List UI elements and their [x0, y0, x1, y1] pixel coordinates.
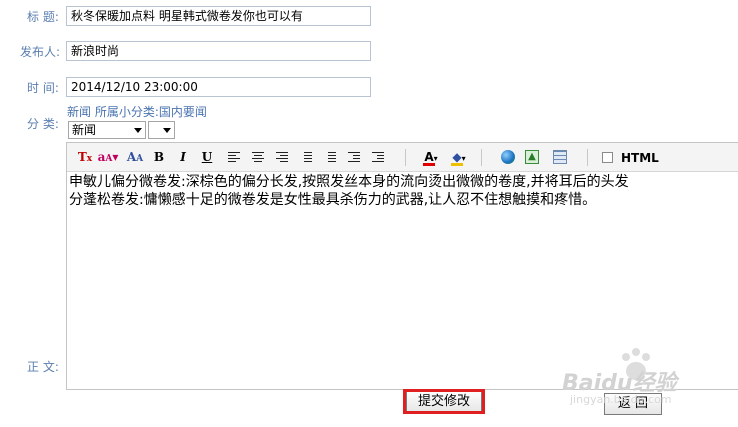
title-input[interactable]: 秋冬保暖加点料 明星韩式微卷发你也可以有	[66, 6, 371, 26]
html-mode-checkbox[interactable]	[602, 152, 613, 163]
editor-paragraph: 分蓬松卷发:慵懒感十足的微卷发是女性最具杀伤力的武器,让人忍不住想触摸和疼惜。	[69, 192, 597, 208]
body-label: 正 文:	[27, 360, 59, 374]
insert-image-icon[interactable]: ▲	[525, 150, 539, 164]
chevron-down-icon	[163, 128, 171, 133]
category-label: 分 类:	[27, 117, 59, 131]
time-label: 时 间:	[27, 81, 59, 95]
remove-format-icon[interactable]: Tx	[77, 149, 93, 166]
category-link-sub[interactable]: 国内要闻	[159, 105, 207, 119]
highlight-box	[403, 389, 485, 414]
chevron-down-icon	[134, 128, 142, 133]
subcategory-select[interactable]	[148, 121, 175, 139]
insert-table-icon[interactable]	[553, 150, 567, 164]
publisher-label: 发布人:	[20, 45, 61, 59]
title-label: 标 题:	[27, 10, 59, 24]
unordered-list-icon[interactable]	[324, 152, 336, 163]
font-color-icon[interactable]: A▾	[421, 149, 441, 166]
category-sub-label: 所属小分类:	[94, 105, 159, 119]
background-color-icon[interactable]: ◆▾	[449, 149, 469, 166]
indent-icon[interactable]	[372, 152, 384, 163]
italic-icon[interactable]: I	[177, 149, 189, 166]
html-mode-label: HTML	[621, 151, 659, 165]
align-right-icon[interactable]	[276, 152, 288, 163]
category-link-main[interactable]: 新闻	[67, 105, 91, 119]
underline-icon[interactable]: U	[201, 149, 213, 166]
toolbar-separator	[405, 149, 406, 166]
editor-content[interactable]: 申敏儿偏分微卷发:深棕色的偏分长发,按照发丝本身的流向烫出微微的卷度,并将耳后的…	[69, 173, 738, 209]
outdent-icon[interactable]	[348, 152, 360, 163]
watermark-url: jingyan.baidu.com	[570, 393, 672, 406]
toolbar-separator	[587, 149, 588, 166]
publisher-input[interactable]: 新浪时尚	[66, 41, 371, 61]
bold-icon[interactable]: B	[153, 149, 165, 166]
toolbar-separator	[481, 149, 482, 166]
align-center-icon[interactable]	[252, 152, 264, 163]
editor-paragraph: 申敏儿偏分微卷发:深棕色的偏分长发,按照发丝本身的流向烫出微微的卷度,并将耳后的…	[69, 174, 629, 190]
editor-toolbar: Tx aA▾ AA B I U A▾ ◆▾ ▲ HTML	[67, 143, 738, 172]
category-select[interactable]: 新闻	[68, 121, 146, 139]
align-left-icon[interactable]	[228, 152, 240, 163]
category-breadcrumb: 新闻 所属小分类:国内要闻	[67, 103, 207, 120]
category-select-value: 新闻	[72, 123, 97, 137]
font-size-icon[interactable]: AA	[125, 149, 145, 166]
font-family-icon[interactable]: aA▾	[97, 149, 119, 166]
baidu-watermark: Baidu经验 jingyan.baidu.com	[562, 345, 738, 415]
time-input[interactable]: 2014/12/10 23:00:00	[66, 77, 371, 97]
ordered-list-icon[interactable]	[300, 152, 312, 163]
globe-link-icon[interactable]	[501, 150, 515, 164]
